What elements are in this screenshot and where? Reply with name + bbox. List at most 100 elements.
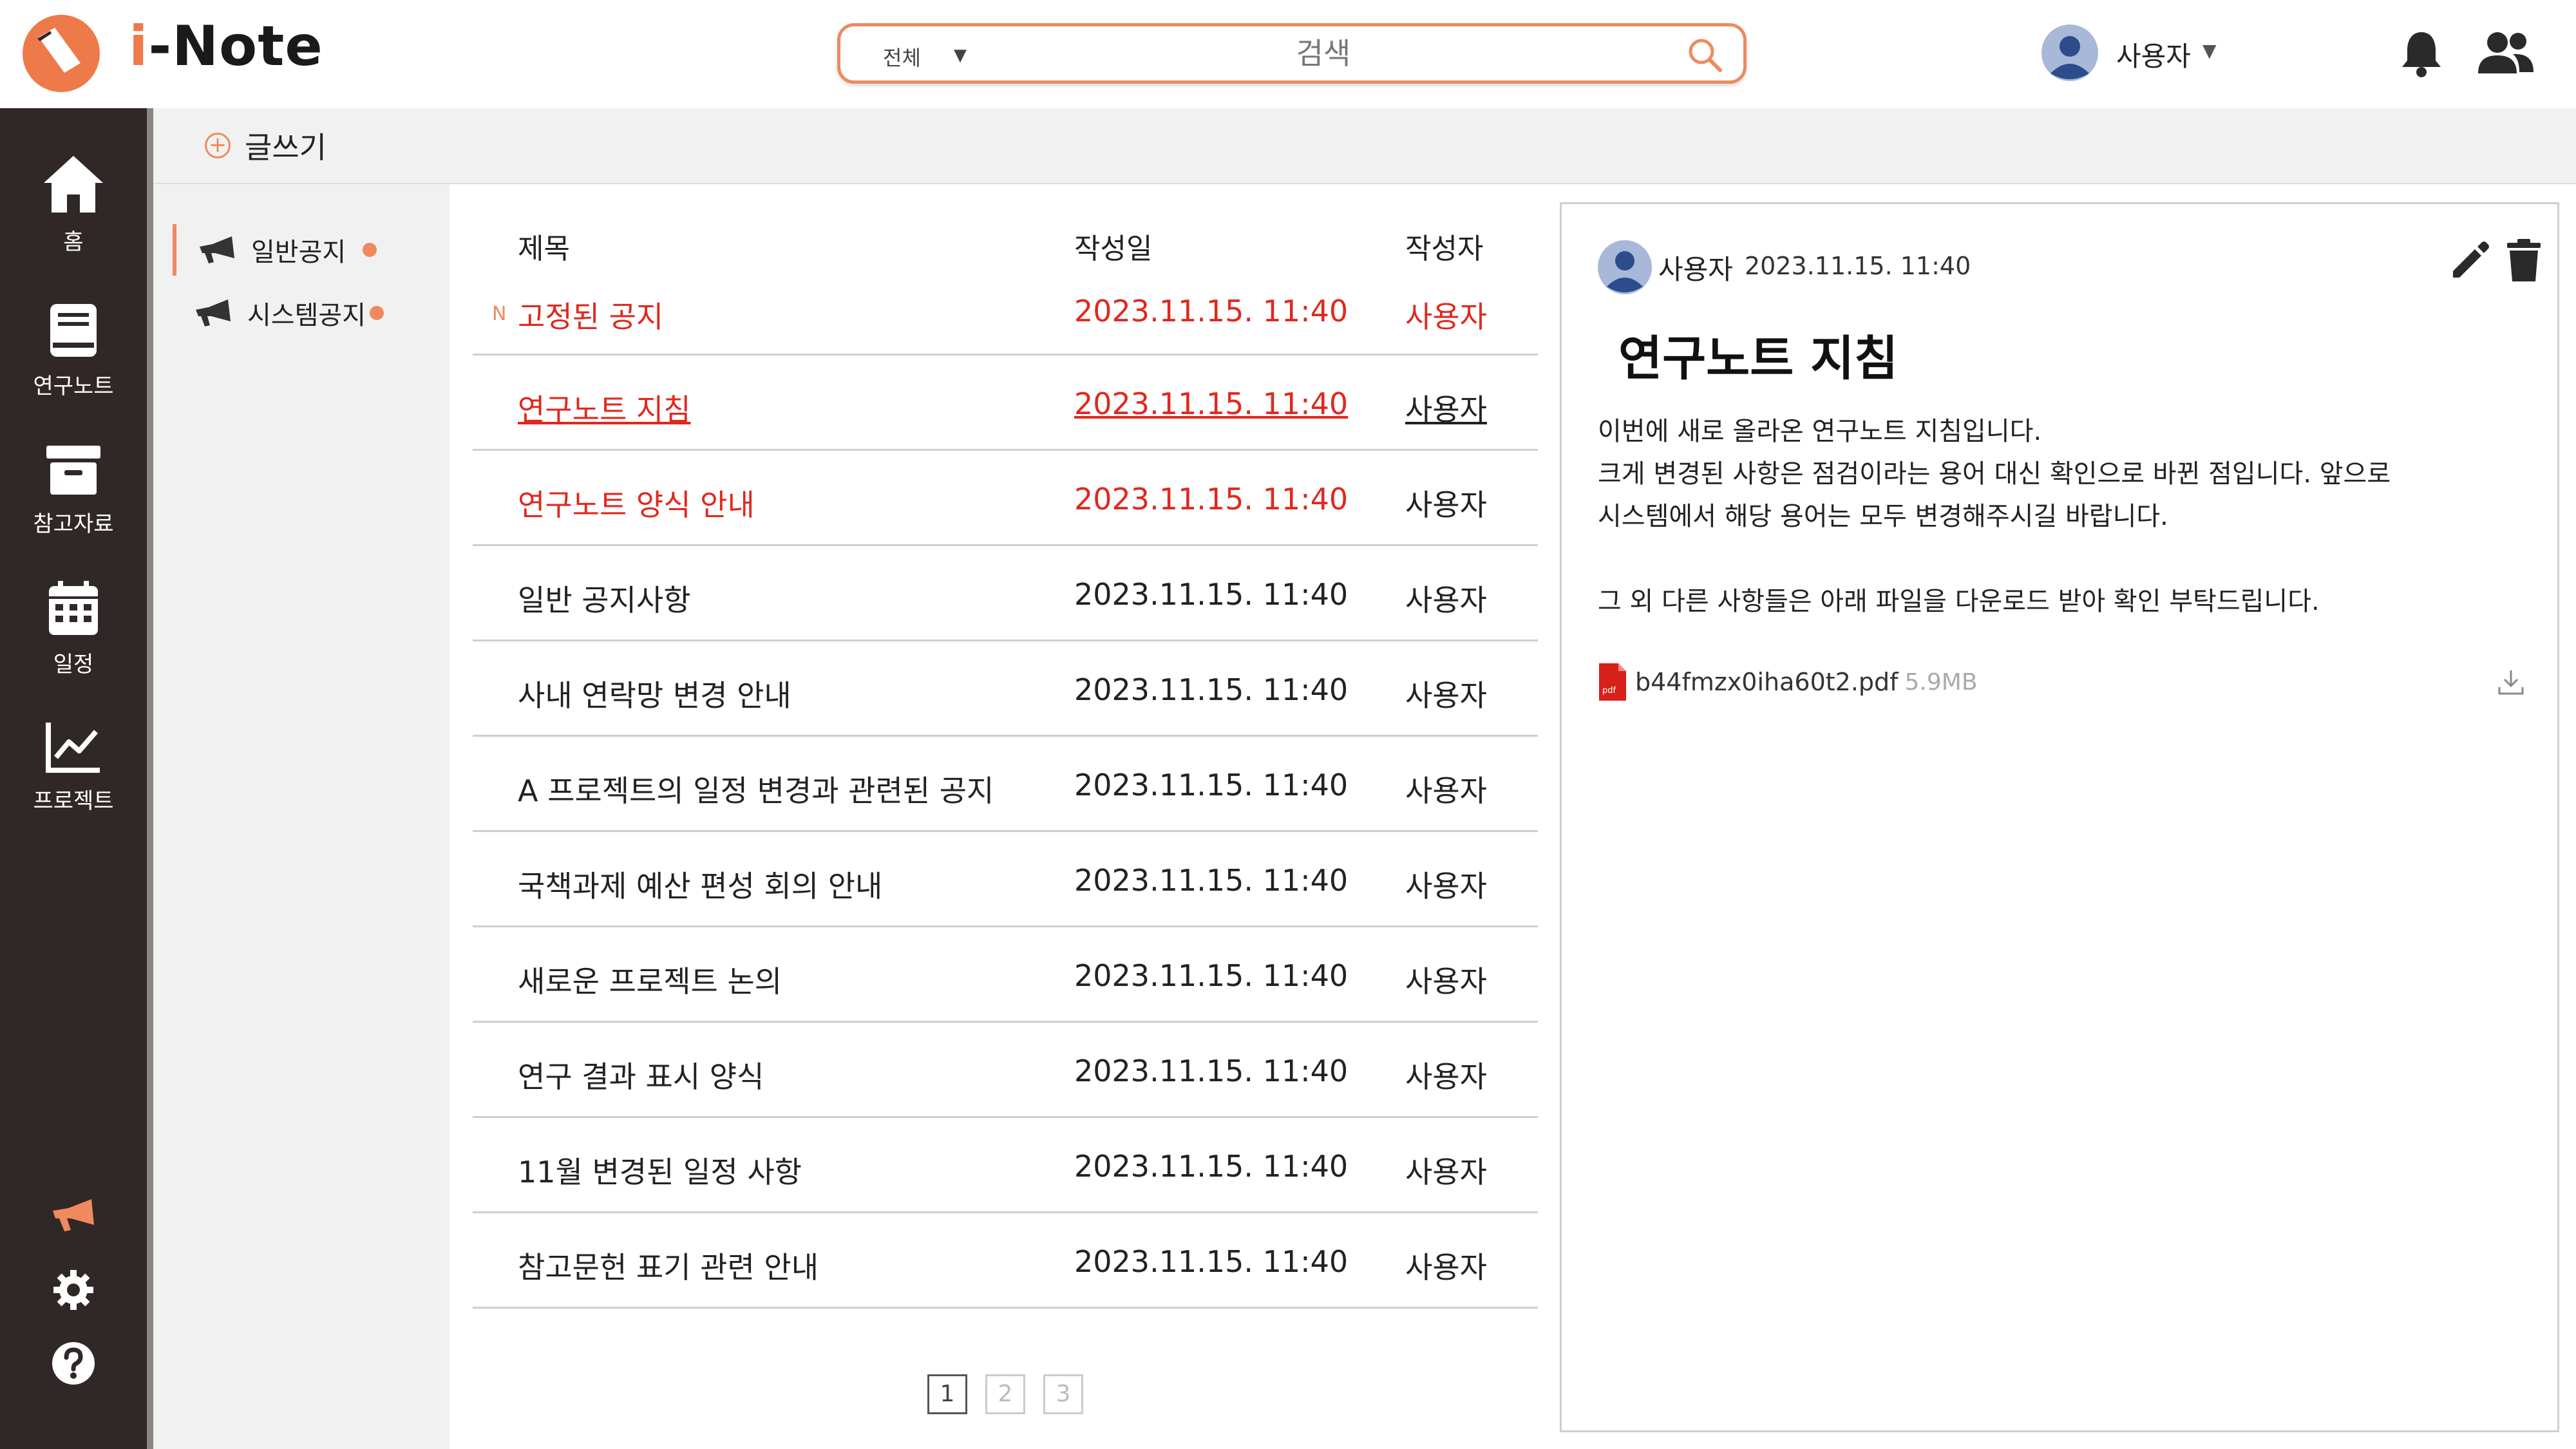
row-title[interactable]: A 프로젝트의 일정 변경과 관련된 공지: [518, 768, 994, 810]
row-date: 2023.11.15. 11:40: [1074, 1244, 1349, 1279]
table-row[interactable]: A 프로젝트의 일정 변경과 관련된 공지 2023.11.15. 11:40 …: [473, 737, 1538, 832]
table-row[interactable]: 국책과제 예산 편성 회의 안내 2023.11.15. 11:40 사용자: [473, 832, 1538, 927]
row-title[interactable]: 새로운 프로젝트 논의: [518, 958, 782, 1001]
table-row[interactable]: 11월 변경된 일정 사항 2023.11.15. 11:40 사용자: [473, 1118, 1538, 1213]
pdf-file-icon: pdf: [1599, 663, 1626, 701]
nav-label: 프로젝트: [33, 788, 114, 814]
row-title[interactable]: 연구노트 지침: [518, 386, 691, 429]
calendar-icon: [49, 581, 98, 635]
table-row[interactable]: 새로운 프로젝트 논의 2023.11.15. 11:40 사용자: [473, 927, 1538, 1023]
row-title[interactable]: 연구노트 양식 안내: [518, 482, 755, 524]
table-row[interactable]: 연구 결과 표시 양식 2023.11.15. 11:40 사용자: [473, 1023, 1538, 1118]
detail-title: 연구노트 지침: [1618, 331, 1899, 386]
category-label: 일반공지: [251, 238, 346, 267]
app-name-rest: -Note: [148, 14, 323, 79]
table-row[interactable]: 사내 연락망 변경 안내 2023.11.15. 11:40 사용자: [473, 641, 1538, 737]
row-title[interactable]: 참고문헌 표기 관련 안내: [518, 1244, 819, 1287]
row-date: 2023.11.15. 11:40: [1074, 672, 1349, 707]
megaphone-icon: [200, 236, 234, 263]
table-row[interactable]: 연구노트 지침 2023.11.15. 11:40 사용자: [473, 355, 1538, 451]
people-icon[interactable]: [2477, 30, 2535, 76]
row-author: 사용자: [1405, 1155, 1487, 1189]
megaphone-icon: [196, 299, 231, 327]
category-general-notice[interactable]: 일반공지: [173, 224, 430, 276]
nav-label: 참고자료: [33, 511, 114, 537]
pagination: 1 2 3: [927, 1374, 1101, 1414]
row-date: 2023.11.15. 11:40: [1074, 768, 1349, 802]
row-date: 2023.11.15. 11:40: [1074, 863, 1349, 898]
page-button-1[interactable]: 1: [927, 1374, 967, 1414]
help-icon: [52, 1342, 95, 1385]
page-button-3[interactable]: 3: [1043, 1374, 1083, 1414]
home-icon: [44, 156, 103, 213]
row-date: 2023.11.15. 11:40: [1074, 1149, 1349, 1184]
page-button-2[interactable]: 2: [985, 1374, 1025, 1414]
app-logo-icon[interactable]: [19, 12, 103, 95]
detail-date: 2023.11.15. 11:40: [1745, 252, 1971, 280]
row-title[interactable]: 고정된 공지: [518, 294, 663, 336]
row-author: 사용자: [1405, 869, 1487, 904]
table-row[interactable]: 참고문헌 표기 관련 안내 2023.11.15. 11:40 사용자: [473, 1213, 1538, 1309]
nav-item-home[interactable]: 홈: [0, 153, 147, 256]
detail-author: 사용자: [1658, 254, 1733, 285]
header-date[interactable]: 작성일: [1074, 225, 1152, 267]
settings-button[interactable]: [0, 1269, 147, 1311]
caret-down-icon[interactable]: ▼: [954, 46, 967, 65]
app-name-prefix: i: [129, 14, 149, 79]
body-line: [1598, 538, 2512, 580]
row-date: 2023.11.15. 11:40: [1074, 577, 1349, 612]
nav-item-projects[interactable]: 프로젝트: [0, 720, 147, 815]
row-date: 2023.11.15. 11:40: [1074, 1054, 1349, 1088]
header-title[interactable]: 제목: [518, 225, 570, 267]
write-button[interactable]: + 글쓰기: [205, 126, 327, 165]
nav-label: 일정: [53, 652, 94, 677]
write-button-label: 글쓰기: [245, 130, 327, 165]
row-title[interactable]: 11월 변경된 일정 사항: [518, 1149, 802, 1191]
row-date: 2023.11.15. 11:40: [1074, 386, 1349, 421]
search-icon[interactable]: [1685, 35, 1724, 74]
attachment[interactable]: pdf b44fmzx0iha60t2.pdf 5.9MB: [1598, 661, 2525, 703]
download-icon[interactable]: [2497, 668, 2525, 696]
row-title[interactable]: 사내 연락망 변경 안내: [518, 672, 791, 715]
search-scope-select[interactable]: 전체: [883, 42, 921, 71]
row-author: 사용자: [1405, 678, 1487, 713]
nav-item-references[interactable]: 참고자료: [0, 443, 147, 538]
nav-item-research-notes[interactable]: 연구노트: [0, 301, 147, 400]
body-line: 크게 변경된 사항은 점검이라는 용어 대신 확인으로 바뀐 점입니다. 앞으로: [1598, 459, 2391, 489]
category-system-notice[interactable]: 시스템공지: [173, 287, 430, 339]
table-row[interactable]: 연구노트 양식 안내 2023.11.15. 11:40 사용자: [473, 451, 1538, 546]
file-name[interactable]: b44fmzx0iha60t2.pdf: [1635, 668, 1899, 696]
avatar: [1598, 240, 1652, 294]
search-bar: 전체 ▼: [837, 23, 1747, 84]
header-author[interactable]: 작성자: [1405, 225, 1483, 267]
row-author: 사용자: [1405, 488, 1487, 522]
table-row[interactable]: N 고정된 공지 2023.11.15. 11:40 사용자: [473, 274, 1538, 355]
caret-down-icon[interactable]: ▼: [2202, 40, 2217, 61]
row-author: 사용자: [1405, 1250, 1487, 1285]
help-button[interactable]: [0, 1341, 147, 1386]
row-author: 사용자: [1405, 299, 1487, 334]
file-size: 5.9MB: [1904, 668, 1978, 696]
trash-icon[interactable]: [2506, 238, 2542, 283]
row-title[interactable]: 일반 공지사항: [518, 577, 691, 620]
table-row[interactable]: 일반 공지사항 2023.11.15. 11:40 사용자: [473, 546, 1538, 641]
row-title[interactable]: 연구 결과 표시 양식: [518, 1054, 764, 1096]
row-author: 사용자: [1405, 964, 1487, 999]
pencil-icon[interactable]: [2448, 239, 2490, 281]
row-title[interactable]: 국책과제 예산 편성 회의 안내: [518, 863, 882, 905]
left-navigation: 홈 연구노트 참고자료 일정 프로젝트: [0, 108, 153, 1449]
row-author: 사용자: [1405, 1059, 1487, 1094]
avatar: [2041, 24, 2098, 81]
nav-item-schedule[interactable]: 일정: [0, 580, 147, 678]
plus-circle-icon: +: [205, 133, 231, 158]
gear-icon: [53, 1270, 93, 1310]
search-input[interactable]: [1034, 34, 1613, 73]
row-date: 2023.11.15. 11:40: [1074, 482, 1349, 516]
row-date: 2023.11.15. 11:40: [1074, 294, 1349, 328]
body-line: 이번에 새로 올라온 연구노트 지침입니다.: [1598, 417, 2042, 446]
bell-icon[interactable]: [2396, 27, 2447, 79]
notice-nav-button[interactable]: [0, 1197, 147, 1235]
row-author: 사용자: [1405, 392, 1487, 427]
category-label: 시스템공지: [247, 301, 366, 330]
pinned-new-mark: N: [492, 303, 507, 325]
